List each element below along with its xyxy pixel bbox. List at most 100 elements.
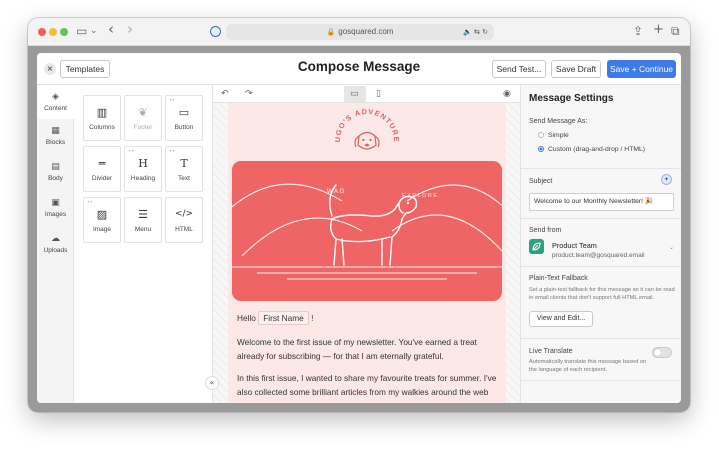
menu-icon: ☰	[138, 208, 148, 221]
send-from-label: Send from	[529, 227, 562, 234]
footer-leaf-icon: ❦	[138, 106, 148, 119]
block-divider[interactable]: ═ Divider	[83, 146, 121, 192]
sidebar-item-blocks[interactable]: ▦ Blocks	[37, 125, 74, 146]
email-paragraph-2[interactable]: In this first issue, I wanted to share m…	[237, 371, 499, 403]
block-label: Image	[92, 226, 112, 233]
address-bar[interactable]: 🔒 gosquared.com 🔈 ⇆ ↻	[226, 24, 494, 40]
redo-icon[interactable]: ↷	[245, 88, 253, 100]
greeting-line[interactable]: Hello First Name !	[237, 311, 499, 325]
block-heading[interactable]: ⁺⁺ H Heading	[124, 146, 162, 192]
close-window-button[interactable]	[38, 28, 46, 36]
block-html[interactable]: </> HTML	[165, 197, 203, 243]
block-label: Columns	[89, 124, 115, 131]
button-icon: ▭	[178, 106, 190, 119]
subject-label: Subject	[529, 178, 553, 185]
sidebar-item-body[interactable]: ▤ Body	[37, 161, 74, 182]
text-icon: T	[180, 157, 188, 170]
columns-icon: ▥	[96, 106, 108, 119]
collapse-panel-icon[interactable]: «	[205, 376, 219, 390]
block-image[interactable]: ⁺⁺ ▨ Image	[83, 197, 121, 243]
live-translate-toggle[interactable]	[652, 347, 672, 358]
share-icon[interactable]: ⇪	[633, 24, 643, 38]
preview-eye-icon[interactable]: ◉	[503, 88, 511, 100]
block-label: Footer	[133, 124, 153, 131]
modal-header: × Templates Compose Message Send Test...…	[37, 53, 681, 85]
undo-icon[interactable]: ↶	[221, 88, 229, 100]
sidebar-item-uploads[interactable]: ☁ Uploads	[37, 233, 74, 254]
zoom-window-button[interactable]	[60, 28, 68, 36]
editor-sidebar: ◈ Content ▦ Blocks ▤ Body ▣ Images ☁ Upl…	[37, 85, 74, 403]
desktop-view-button[interactable]: ▭	[344, 86, 366, 102]
radio-button[interactable]	[538, 132, 544, 138]
sparkle-icon: ⁺⁺	[87, 200, 94, 207]
first-name-merge-tag[interactable]: First Name	[258, 311, 309, 325]
block-footer[interactable]: ❦ Footer	[124, 95, 162, 141]
send-from-section[interactable]: Send from Product Team product.team@gosq…	[521, 219, 681, 267]
sender-email: product.team@gosquared.email	[552, 252, 645, 259]
mobile-icon: ▯	[376, 89, 381, 99]
block-button[interactable]: ⁺⁺ ▭ Button	[165, 95, 203, 141]
sidebar-item-label: Images	[44, 211, 67, 218]
radio-label: Simple	[548, 132, 569, 139]
browser-toolbar: ▭ ⌄ ‹ › 🔒 gosquared.com 🔈 ⇆ ↻ ⇪ + ⧉	[28, 18, 690, 46]
live-translate-section: Live Translate Automatically translate t…	[521, 339, 681, 381]
block-label: HTML	[175, 226, 193, 233]
block-label: Text	[178, 175, 190, 182]
new-tab-icon[interactable]: +	[653, 23, 664, 37]
message-settings-panel: Message Settings Send Message As: Simple…	[520, 85, 681, 403]
chevron-down-icon[interactable]: ⌄	[90, 24, 98, 38]
sidebar-item-label: Body	[48, 175, 63, 182]
hero-text-left: WAG	[327, 189, 346, 195]
hero-image[interactable]: WAG EXPLORE	[232, 161, 502, 301]
block-text[interactable]: ⁺⁺ T Text	[165, 146, 203, 192]
save-continue-button[interactable]: Save + Continue	[607, 60, 676, 78]
templates-button[interactable]: Templates	[60, 60, 110, 78]
browser-window: ▭ ⌄ ‹ › 🔒 gosquared.com 🔈 ⇆ ↻ ⇪ + ⧉ × Tem…	[28, 18, 690, 412]
block-menu[interactable]: ☰ Menu	[124, 197, 162, 243]
plaintext-help: Set a plain-text fallback for this messa…	[529, 287, 675, 301]
mobile-view-button[interactable]: ▯	[369, 86, 391, 102]
upload-cloud-icon: ☁	[51, 234, 60, 244]
view-edit-button[interactable]: View and Edit...	[529, 311, 593, 327]
minimize-window-button[interactable]	[49, 28, 57, 36]
greeting-prefix: Hello	[237, 313, 256, 323]
email-paragraph-1[interactable]: Welcome to the first issue of my newslet…	[237, 335, 499, 363]
sidebar-item-images[interactable]: ▣ Images	[37, 197, 74, 218]
radio-label: Custom (drag-and-drop / HTML)	[548, 146, 646, 153]
tabs-icon[interactable]: ⧉	[671, 24, 680, 38]
code-icon: </>	[174, 209, 194, 219]
lock-icon: 🔒	[326, 29, 336, 36]
ai-assist-icon[interactable]: ✦	[661, 174, 672, 185]
block-label: Button	[174, 124, 194, 131]
content-blocks-panel: ▥ Columns ❦ Footer ⁺⁺ ▭ Button ═ Divider…	[74, 85, 213, 403]
forward-icon[interactable]: ›	[127, 22, 133, 37]
privacy-shield-icon[interactable]	[210, 26, 221, 37]
desktop-icon: ▭	[350, 89, 359, 99]
sidebar-icon[interactable]: ▭	[76, 24, 87, 38]
email-body[interactable]: HUGO'S ADVENTURES	[228, 103, 506, 403]
block-label: Divider	[91, 175, 113, 182]
send-test-button[interactable]: Send Test...	[492, 60, 546, 78]
url-text: gosquared.com	[338, 27, 394, 36]
email-canvas: HUGO'S ADVENTURES	[213, 103, 520, 403]
address-bar-controls[interactable]: 🔈 ⇆ ↻	[463, 24, 488, 40]
compose-modal: × Templates Compose Message Send Test...…	[37, 53, 681, 403]
sidebar-item-content[interactable]: ◈ Content	[37, 85, 74, 119]
radio-button-checked[interactable]	[538, 146, 544, 152]
subject-input[interactable]: Welcome to our Monthly Newsletter! 🎉	[529, 193, 674, 211]
save-draft-button[interactable]: Save Draft	[551, 60, 601, 78]
back-icon[interactable]: ‹	[108, 22, 114, 37]
block-columns[interactable]: ▥ Columns	[83, 95, 121, 141]
settings-title: Message Settings	[529, 93, 614, 104]
chevron-down-icon[interactable]: ⌄	[669, 244, 674, 251]
body-icon: ▤	[51, 162, 60, 172]
dog-illustration: WAG EXPLORE	[232, 183, 502, 280]
sparkle-icon: ⁺⁺	[169, 149, 176, 156]
radio-custom[interactable]: Custom (drag-and-drop / HTML)	[538, 146, 645, 153]
send-as-label: Send Message As:	[529, 118, 588, 125]
sender-name: Product Team	[552, 241, 597, 250]
sparkle-icon: ⁺⁺	[169, 98, 176, 105]
blocks-icon: ▦	[51, 126, 60, 136]
close-icon[interactable]: ×	[44, 63, 56, 75]
radio-simple[interactable]: Simple	[538, 132, 569, 139]
